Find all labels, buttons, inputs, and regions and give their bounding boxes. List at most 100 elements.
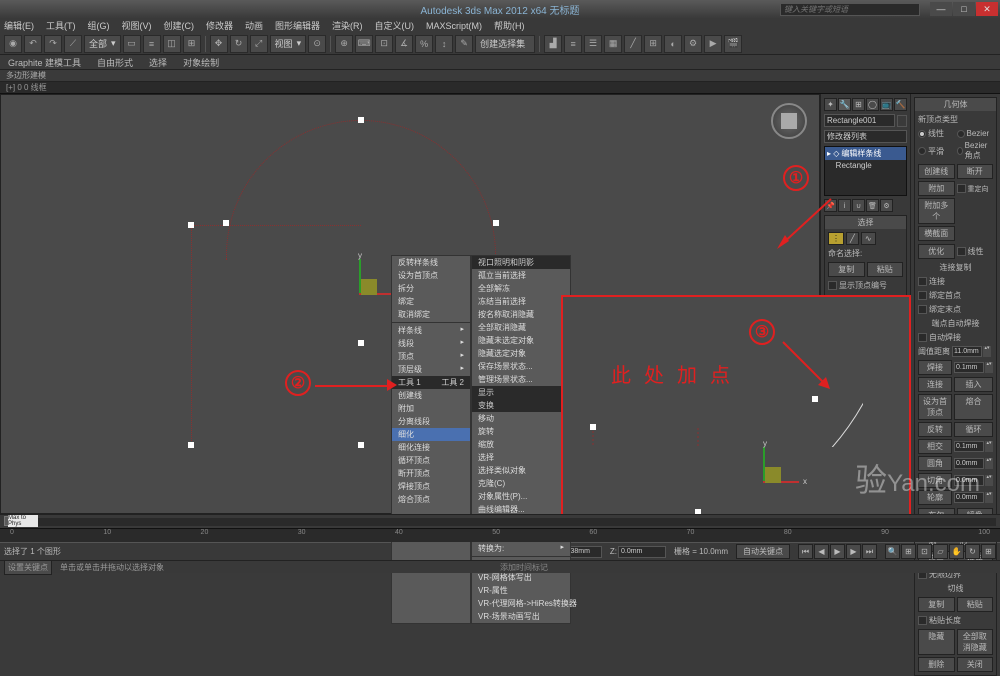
material-editor-button[interactable]: ◐	[664, 35, 682, 53]
ribbon-freeform[interactable]: 自由形式	[97, 56, 133, 69]
bezier-corner-radio[interactable]	[957, 147, 963, 155]
intersect-button[interactable]: 相交	[918, 439, 952, 454]
ctx-select[interactable]: 选择	[472, 451, 570, 464]
ctx-attach[interactable]: 附加	[392, 402, 470, 415]
app-icon[interactable]: ◉	[4, 35, 22, 53]
copy-named-button[interactable]: 复制	[828, 262, 865, 277]
ctx-hide-sel[interactable]: 隐藏选定对象	[472, 347, 570, 360]
chamfer-button[interactable]: 切角	[918, 473, 952, 488]
ctx-segment-sub[interactable]: 线段	[392, 337, 470, 350]
stack-item-edit-spline[interactable]: ▸ ◇ 编辑样条线	[825, 147, 906, 160]
rotate-button[interactable]: ↻	[230, 35, 248, 53]
menu-modifiers[interactable]: 修改器	[206, 19, 233, 32]
linear-checkbox[interactable]	[957, 247, 966, 256]
selection-filter[interactable]: 全部 ▾	[84, 35, 121, 53]
zoom-all-button[interactable]: ⊞	[901, 544, 916, 559]
percent-snap-button[interactable]: %	[415, 35, 433, 53]
bezier-radio[interactable]	[957, 130, 965, 138]
vertex[interactable]	[223, 220, 229, 226]
weld-button[interactable]: 焊接	[918, 360, 952, 375]
cross-section-button[interactable]: 横截面	[918, 226, 955, 241]
ctx-scale[interactable]: 缩放	[472, 438, 570, 451]
unhide-button[interactable]: 全部取消隐藏	[957, 629, 994, 655]
menu-group[interactable]: 组(G)	[88, 19, 110, 32]
stack-item-rectangle[interactable]: Rectangle	[825, 160, 906, 171]
menu-graph[interactable]: 图形编辑器	[275, 19, 320, 32]
ribbon-selection[interactable]: 选择	[149, 56, 167, 69]
fillet-button[interactable]: 圆角	[918, 456, 952, 471]
ctx-unbind[interactable]: 取消绑定	[392, 308, 470, 321]
move-button[interactable]: ✥	[210, 35, 228, 53]
paste-len-checkbox[interactable]	[918, 616, 927, 625]
ctx-detach-seg[interactable]: 分离线段	[392, 415, 470, 428]
curve-editor-button[interactable]: ╱	[624, 35, 642, 53]
connect-button[interactable]: 连接	[918, 377, 952, 392]
make-first-button[interactable]: 设为首顶点	[918, 394, 952, 420]
ctx-refine[interactable]: 细化	[392, 428, 470, 441]
object-name-field[interactable]	[824, 114, 895, 127]
vertex[interactable]	[188, 442, 194, 448]
modify-panel-tab[interactable]: 🔧	[838, 98, 851, 111]
vertex[interactable]	[358, 117, 364, 123]
spline-subobj-button[interactable]: ∿	[861, 232, 876, 245]
ctx-unhide-all[interactable]: 全部取消隐藏	[472, 321, 570, 334]
menu-maxscript[interactable]: MAXScript(M)	[426, 21, 482, 31]
ctx-freeze-sel[interactable]: 冻结当前选择	[472, 295, 570, 308]
intersect-spinner[interactable]	[954, 441, 984, 452]
keyboard-shortcut-button[interactable]: ⌨	[355, 35, 373, 53]
hide-button[interactable]: 隐藏	[918, 629, 955, 655]
attach-button[interactable]: 附加	[918, 181, 955, 196]
outline-button[interactable]: 轮廓	[918, 490, 952, 505]
ctx-manage-state[interactable]: 管理场景状态...	[472, 373, 570, 386]
menu-help[interactable]: 帮助(H)	[494, 19, 525, 32]
ctx-break-vertex[interactable]: 断开顶点	[392, 467, 470, 480]
viewport-label[interactable]: [+] 0 0 线框	[0, 82, 1000, 94]
schematic-button[interactable]: ⊞	[644, 35, 662, 53]
goto-start-button[interactable]: ⏮	[798, 544, 813, 559]
object-color-swatch[interactable]	[897, 115, 907, 127]
undo-button[interactable]: ↶	[24, 35, 42, 53]
ctx-move[interactable]: 移动	[472, 412, 570, 425]
vertex[interactable]	[188, 222, 194, 228]
select-manipulate-button[interactable]: ⊕	[335, 35, 353, 53]
utilities-panel-tab[interactable]: 🔨	[894, 98, 907, 111]
attach-multi-button[interactable]: 附加多个	[918, 198, 955, 224]
reorient-checkbox[interactable]	[957, 184, 966, 193]
align-button[interactable]: ≡	[564, 35, 582, 53]
scale-button[interactable]: ⤢	[250, 35, 268, 53]
transform-gizmo[interactable]: y	[359, 259, 361, 295]
make-unique-button[interactable]: ∪	[852, 199, 865, 212]
vertex-subobj-button[interactable]: ⋮	[828, 232, 844, 245]
minimize-button[interactable]: —	[930, 2, 952, 16]
ctx-vr-anim[interactable]: VR-场景动画写出	[472, 610, 570, 623]
goto-end-button[interactable]: ⏭	[862, 544, 877, 559]
orbit-button[interactable]: ↻	[965, 544, 980, 559]
menu-animation[interactable]: 动画	[245, 19, 263, 32]
ctx-save-state[interactable]: 保存场景状态...	[472, 360, 570, 373]
fillet-spinner[interactable]	[954, 458, 984, 469]
link-button[interactable]: ⟋	[64, 35, 82, 53]
menu-create[interactable]: 创建(C)	[164, 19, 195, 32]
select-region-button[interactable]: ◫	[163, 35, 181, 53]
layers-button[interactable]: ☰	[584, 35, 602, 53]
ctx-rotate[interactable]: 旋转	[472, 425, 570, 438]
smooth-radio[interactable]	[918, 147, 926, 155]
create-line-button[interactable]: 创建线	[918, 164, 955, 179]
bind-first-checkbox[interactable]	[918, 291, 927, 300]
show-result-button[interactable]: ⅰ	[838, 199, 851, 212]
ctx-convert-to[interactable]: 转换为:	[472, 542, 570, 555]
copy-tan-button[interactable]: 复制	[918, 597, 955, 612]
reverse-button[interactable]: 反转	[918, 422, 952, 437]
next-frame-button[interactable]: ▶	[846, 544, 861, 559]
angle-snap-button[interactable]: ∡	[395, 35, 413, 53]
maxtophys-button[interactable]: Max to Phys	[8, 515, 38, 527]
ctx-bind[interactable]: 绑定	[392, 295, 470, 308]
ctx-hide-unsel[interactable]: 隐藏未选定对象	[472, 334, 570, 347]
linear-radio[interactable]	[918, 130, 926, 138]
graphite-button[interactable]: ▦	[604, 35, 622, 53]
menu-render[interactable]: 渲染(R)	[332, 19, 363, 32]
vertex[interactable]	[358, 442, 364, 448]
viewport[interactable]: y 反转样条线 设为首顶点 拆分 绑定 取消绑定 样条线 线段 顶点 顶层级 工…	[0, 94, 820, 514]
ctx-reverse-spline[interactable]: 反转样条线	[392, 256, 470, 269]
motion-panel-tab[interactable]: ◯	[866, 98, 879, 111]
